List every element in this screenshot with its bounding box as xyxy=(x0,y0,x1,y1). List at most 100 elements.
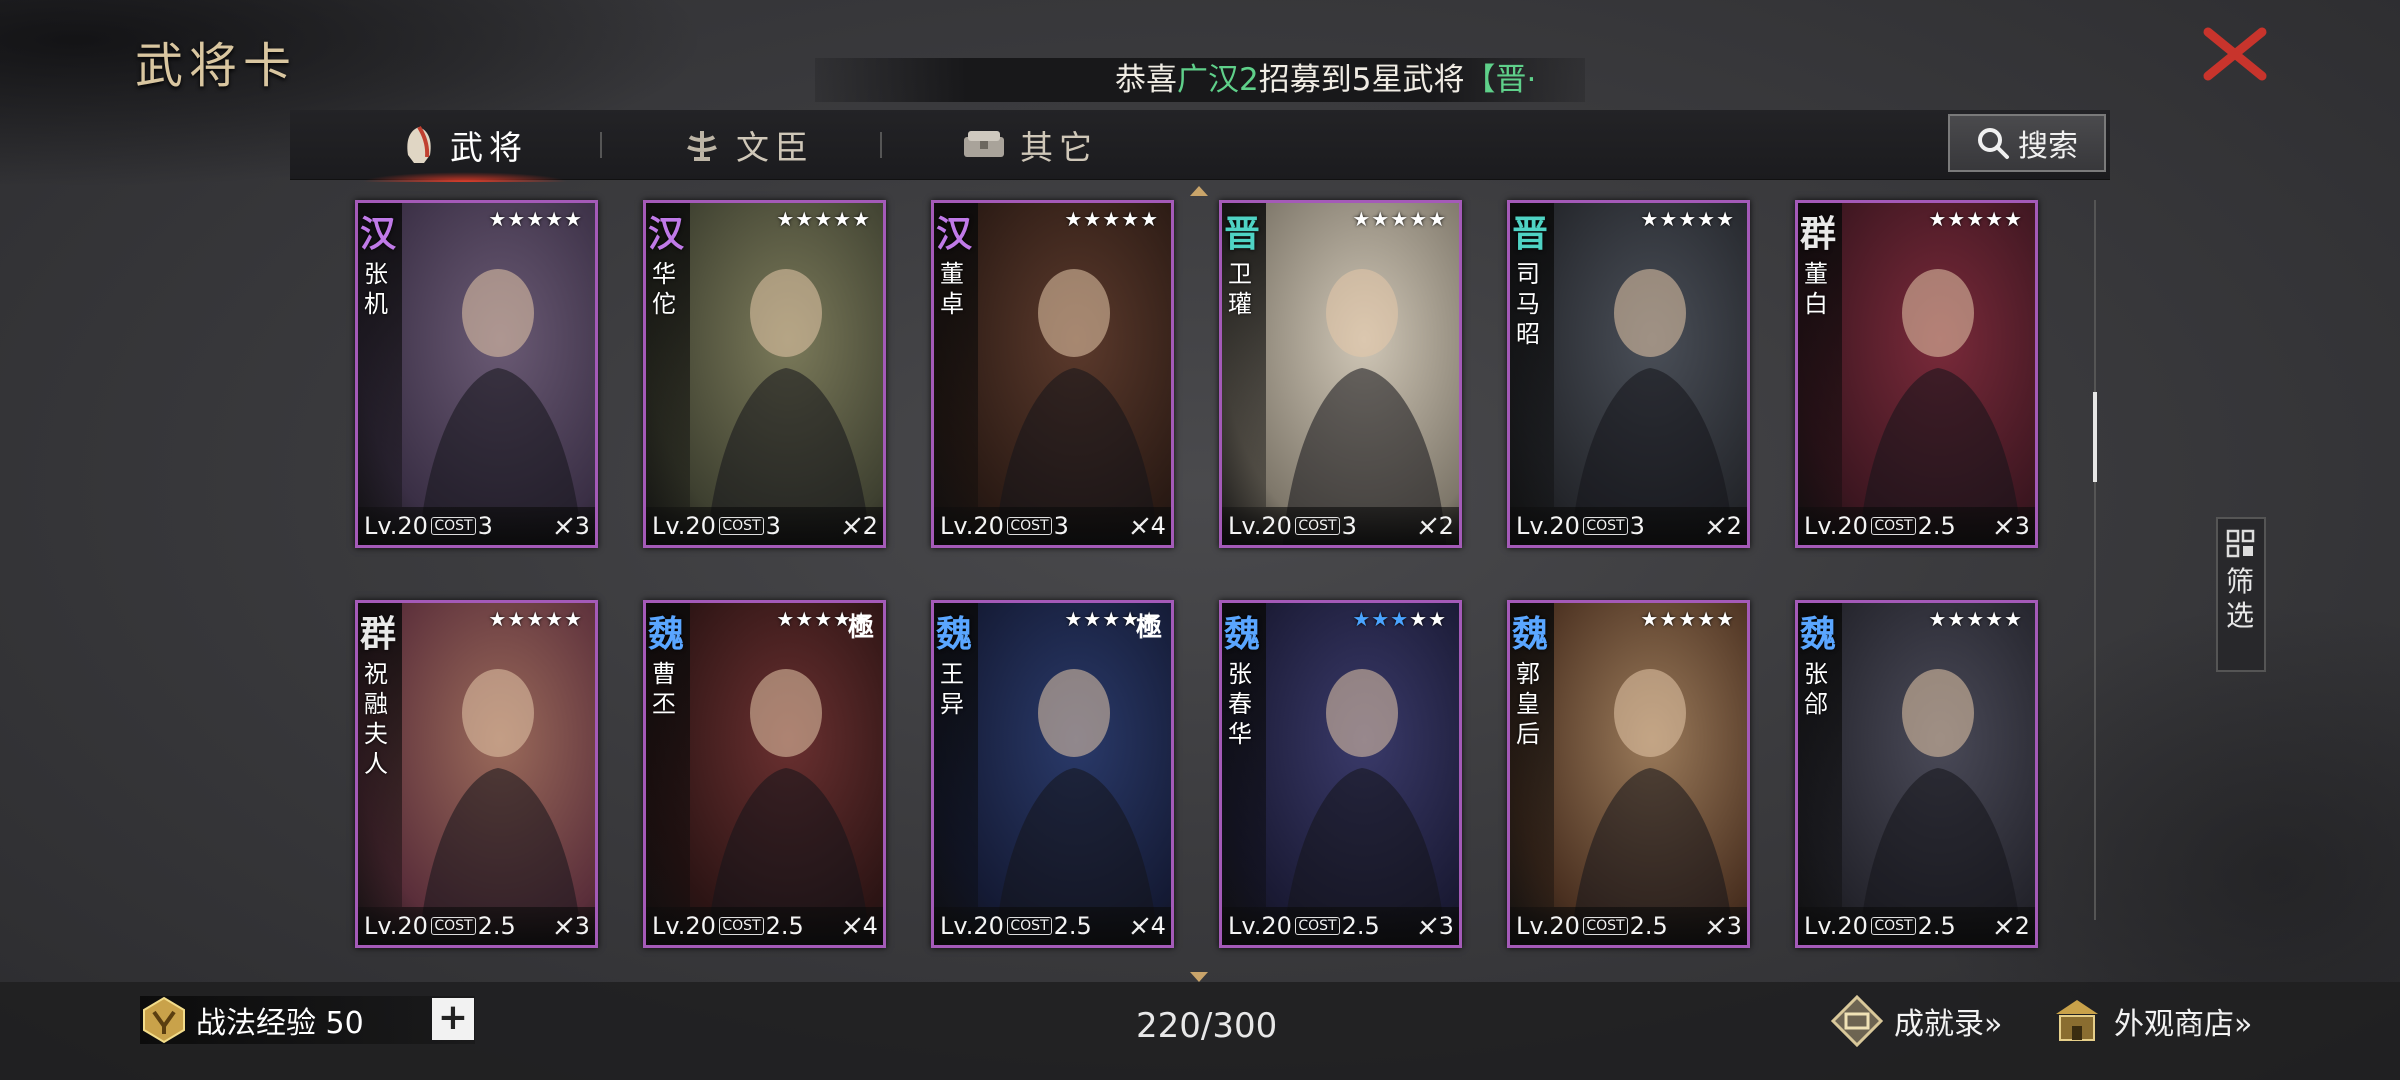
general-card[interactable]: 晋卫瓘 ★★★★★ Lv.20 COST 3 2 xyxy=(1219,200,1462,548)
achievement-link[interactable]: 成就录» xyxy=(1830,994,2002,1048)
star-icon: ★ xyxy=(1409,607,1429,631)
star-icon: ★ xyxy=(852,207,871,231)
star-rating: ★★★★★ xyxy=(1640,207,1735,231)
general-name: 张郃 xyxy=(1804,660,1828,718)
general-card[interactable]: 魏张郃 ★★★★★ Lv.20 COST 2.5 2 xyxy=(1795,600,2038,948)
general-card[interactable]: 群董白 ★★★★★ Lv.20 COST 2.5 3 xyxy=(1795,200,2038,548)
star-icon: ★ xyxy=(1428,207,1447,231)
general-card-grid: 汉张机 ★★★★★ Lv.20 COST 3 3 汉华佗 ★★★★★ Lv.20 COST 3 2 … xyxy=(355,200,2055,960)
star-icon: ★ xyxy=(1064,207,1084,231)
level-label: Lv.20 xyxy=(1228,912,1292,940)
star-icon: ★ xyxy=(564,207,583,231)
star-icon: ★ xyxy=(564,607,583,631)
general-name: 王异 xyxy=(940,660,964,718)
notice-player: 广汉2 xyxy=(1177,62,1259,98)
troop-value: 4 xyxy=(1150,512,1166,540)
faction-label: 魏 xyxy=(936,613,973,655)
notice-suffix: 【晋· xyxy=(1464,62,1537,98)
star-icon: ★ xyxy=(1428,607,1447,631)
level-label: Lv.20 xyxy=(652,912,716,940)
star-icon: ★ xyxy=(1640,607,1660,631)
star-icon: ★ xyxy=(1083,607,1103,631)
star-icon: ★ xyxy=(1985,607,2005,631)
star-icon: ★ xyxy=(814,207,834,231)
star-icon: ★ xyxy=(526,207,546,231)
troop-value: 3 xyxy=(1438,912,1454,940)
general-card[interactable]: 魏王异 ★★★★★ 極 Lv.20 COST 2.5 4 xyxy=(931,600,1174,948)
star-rating: ★★★★★ xyxy=(488,207,583,231)
tab-ministers[interactable]: 文臣 xyxy=(682,110,814,180)
troop-value: 3 xyxy=(2014,512,2030,540)
cost-value: 2.5 xyxy=(1917,512,1956,540)
star-rating: ★★★★★ xyxy=(776,207,871,231)
star-icon: ★ xyxy=(1390,607,1410,631)
level-label: Lv.20 xyxy=(364,512,428,540)
level-label: Lv.20 xyxy=(1804,512,1868,540)
star-rating: ★★★★★ xyxy=(1640,607,1735,631)
level-label: Lv.20 xyxy=(940,912,1004,940)
general-card[interactable]: 群祝融夫人 ★★★★★ Lv.20 COST 2.5 3 xyxy=(355,600,598,948)
search-label: 搜索 xyxy=(2018,129,2078,164)
general-name: 董卓 xyxy=(940,260,964,318)
star-icon: ★ xyxy=(1966,207,1986,231)
card-footer: Lv.20 COST 2.5 4 xyxy=(934,907,1171,945)
general-card[interactable]: 汉张机 ★★★★★ Lv.20 COST 3 3 xyxy=(355,200,598,548)
appearance-shop-link[interactable]: 外观商店» xyxy=(2050,994,2252,1048)
troop-value: 4 xyxy=(862,912,878,940)
star-icon: ★ xyxy=(1716,607,1735,631)
faction-label: 魏 xyxy=(648,613,685,655)
general-card[interactable]: 汉董卓 ★★★★★ Lv.20 COST 3 4 xyxy=(931,200,1174,548)
general-name: 祝融夫人 xyxy=(364,660,388,778)
star-icon: ★ xyxy=(776,607,796,631)
card-footer: Lv.20 COST 3 2 xyxy=(1510,507,1747,545)
star-icon: ★ xyxy=(1697,607,1717,631)
general-card[interactable]: 魏张春华 ★★★★★ Lv.20 COST 2.5 3 xyxy=(1219,600,1462,948)
close-icon[interactable] xyxy=(2200,24,2270,84)
scroll-down-icon[interactable] xyxy=(1190,972,1208,982)
troop-value: 4 xyxy=(1150,912,1166,940)
scrollbar-thumb[interactable] xyxy=(2093,392,2097,482)
tab-divider xyxy=(880,132,882,158)
general-name: 华佗 xyxy=(652,260,676,318)
star-icon: ★ xyxy=(1928,207,1948,231)
shop-icon xyxy=(2056,1000,2098,1041)
level-label: Lv.20 xyxy=(1516,912,1580,940)
tactic-exp-label: 战法经验 50 xyxy=(196,1006,364,1041)
filter-button[interactable]: 筛选 xyxy=(2216,517,2266,672)
star-rating: ★★★★★ xyxy=(1352,207,1447,231)
faction-label: 晋 xyxy=(1512,213,1549,255)
star-icon: ★ xyxy=(1390,207,1410,231)
level-label: Lv.20 xyxy=(1804,912,1868,940)
cost-tag: COST xyxy=(1007,917,1052,935)
general-card[interactable]: 魏郭皇后 ★★★★★ Lv.20 COST 2.5 3 xyxy=(1507,600,1750,948)
tab-label: 其它 xyxy=(1020,128,1098,167)
recruit-notice: 恭喜广汉2招募到5星武将【晋· xyxy=(815,58,1585,102)
star-icon: ★ xyxy=(1659,607,1679,631)
card-footer: Lv.20 COST 3 3 xyxy=(358,507,595,545)
tab-others[interactable]: 其它 xyxy=(962,110,1098,180)
scrollbar-track[interactable] xyxy=(2094,200,2096,920)
star-rating: ★★★★★ xyxy=(1928,607,2023,631)
troop-type-icon xyxy=(1995,517,2013,535)
troop-type-icon xyxy=(1419,917,1437,935)
add-exp-button[interactable]: + xyxy=(432,998,474,1040)
level-label: Lv.20 xyxy=(652,512,716,540)
search-button[interactable]: 搜索 xyxy=(1948,114,2106,172)
tab-generals[interactable]: 武将 xyxy=(362,110,568,182)
troop-type-icon xyxy=(1131,917,1149,935)
general-card[interactable]: 晋司马昭 ★★★★★ Lv.20 COST 3 2 xyxy=(1507,200,1750,548)
cost-value: 2.5 xyxy=(1053,912,1092,940)
star-rating: ★★★★★ xyxy=(1928,207,2023,231)
cost-value: 2.5 xyxy=(1341,912,1380,940)
cost-value: 3 xyxy=(477,512,493,540)
star-icon: ★ xyxy=(507,607,527,631)
scroll-up-icon[interactable] xyxy=(1190,186,1208,196)
faction-label: 汉 xyxy=(936,213,973,255)
general-card[interactable]: 魏曹丕 ★★★★★ 極 Lv.20 COST 2.5 4 xyxy=(643,600,886,948)
star-icon: ★ xyxy=(833,207,853,231)
card-footer: Lv.20 COST 3 2 xyxy=(646,507,883,545)
troop-type-icon xyxy=(843,917,861,935)
card-footer: Lv.20 COST 2.5 3 xyxy=(1798,507,2035,545)
star-icon: ★ xyxy=(1064,607,1084,631)
general-card[interactable]: 汉华佗 ★★★★★ Lv.20 COST 3 2 xyxy=(643,200,886,548)
